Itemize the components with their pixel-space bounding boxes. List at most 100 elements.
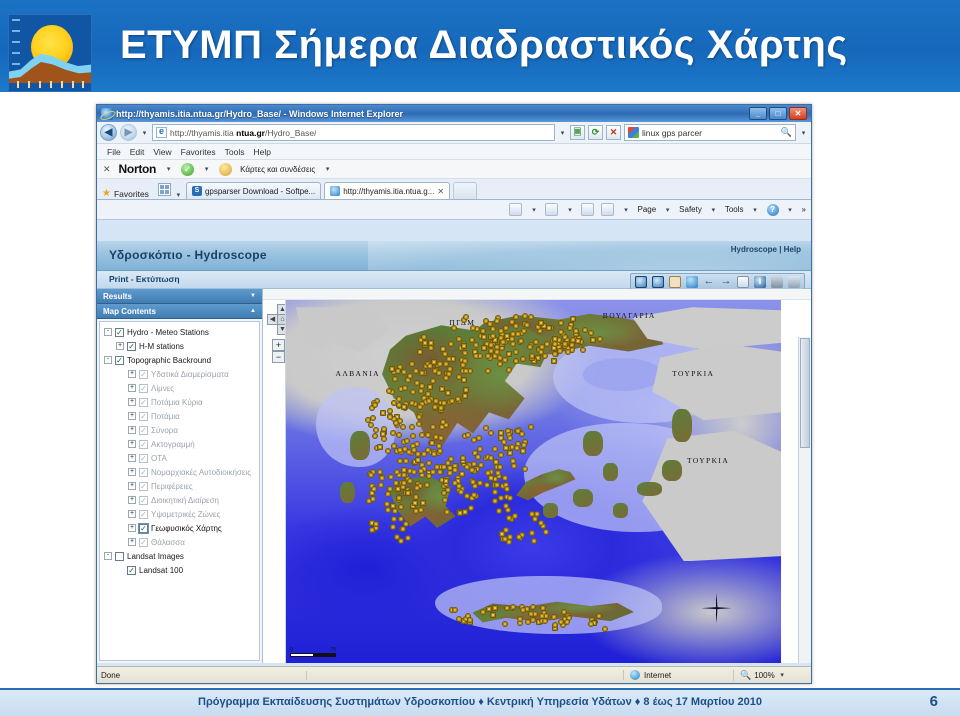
hydro-meteo-station-marker[interactable] — [379, 475, 386, 482]
hydro-meteo-station-marker[interactable] — [503, 526, 510, 533]
hydro-meteo-station-marker[interactable] — [505, 366, 512, 373]
hydro-meteo-station-marker[interactable] — [406, 372, 413, 379]
layer-row[interactable]: + ✓ Σύνορα — [102, 423, 257, 437]
hydro-meteo-station-marker[interactable] — [447, 340, 454, 347]
zoom-caret-icon[interactable]: ▾ — [778, 671, 787, 679]
norton-close-icon[interactable]: ✕ — [103, 164, 111, 175]
hydro-meteo-station-marker[interactable] — [443, 508, 450, 515]
panel-results-header[interactable]: Results ▼ — [97, 289, 262, 304]
hydro-meteo-station-marker[interactable] — [519, 607, 526, 614]
hydro-meteo-station-marker[interactable] — [445, 389, 452, 396]
layer-checkbox[interactable]: ✓ — [139, 467, 148, 477]
layer-row[interactable]: - Landsat Images — [102, 549, 257, 563]
map-zoom-control[interactable]: + − — [272, 339, 285, 363]
feeds-caret-icon[interactable]: ▾ — [565, 206, 574, 214]
hydro-meteo-station-marker[interactable] — [400, 369, 407, 376]
norton-cards-caret-icon[interactable]: ▾ — [323, 165, 332, 173]
layers-icon[interactable] — [737, 275, 749, 288]
expand-icon[interactable]: + — [116, 342, 124, 350]
hydro-meteo-station-marker[interactable] — [459, 361, 466, 368]
hydro-meteo-station-marker[interactable] — [407, 477, 414, 484]
hydro-meteo-station-marker[interactable] — [460, 376, 467, 383]
hydro-meteo-station-marker[interactable] — [396, 457, 403, 464]
command-page-menu[interactable]: Page — [637, 205, 656, 214]
hydro-meteo-station-marker[interactable] — [430, 468, 437, 475]
expand-icon[interactable]: + — [128, 440, 136, 448]
hydro-meteo-station-marker[interactable] — [371, 486, 378, 493]
menu-item-tools[interactable]: Tools — [225, 147, 245, 157]
hydro-meteo-station-marker[interactable] — [417, 349, 424, 356]
layer-row[interactable]: + ✓ Ακτογραμμή — [102, 437, 257, 451]
hydro-meteo-station-marker[interactable] — [487, 429, 494, 436]
hydro-meteo-station-marker[interactable] — [543, 340, 550, 347]
expand-icon[interactable]: + — [128, 510, 136, 518]
hydro-meteo-station-marker[interactable] — [409, 389, 416, 396]
hydro-meteo-station-marker[interactable] — [513, 444, 520, 451]
hydro-meteo-station-marker[interactable] — [507, 449, 514, 456]
hydro-meteo-station-marker[interactable] — [557, 347, 564, 354]
layer-row[interactable]: - ✓ Topographic Backround — [102, 353, 257, 367]
hydro-meteo-station-marker[interactable] — [481, 333, 488, 340]
hydro-meteo-station-marker[interactable] — [419, 500, 426, 507]
layer-row[interactable]: + ✓ Νομαρχιακές Αυτοδιοικήσεις — [102, 465, 257, 479]
back-arrow-icon[interactable]: ← — [703, 275, 715, 288]
refresh-button[interactable]: ⟳ — [588, 125, 603, 140]
home-icon[interactable] — [509, 203, 523, 216]
recent-pages-caret-icon[interactable]: ▾ — [140, 129, 149, 137]
hydro-meteo-station-marker[interactable] — [579, 346, 586, 353]
layer-checkbox[interactable]: ✓ — [138, 522, 149, 534]
scrollbar-thumb[interactable] — [800, 338, 810, 448]
hydro-meteo-station-marker[interactable] — [512, 323, 519, 330]
hydro-meteo-station-marker[interactable] — [552, 340, 559, 347]
layer-checkbox[interactable]: ✓ — [139, 481, 148, 491]
hydro-meteo-station-marker[interactable] — [380, 410, 387, 417]
zoom-out-icon[interactable] — [652, 275, 664, 288]
expand-icon[interactable]: + — [128, 524, 136, 532]
norton-identity-lock-icon[interactable] — [219, 162, 233, 176]
hydro-meteo-station-marker[interactable] — [438, 386, 445, 393]
hydro-meteo-station-marker[interactable] — [404, 490, 411, 497]
close-button[interactable]: ✕ — [789, 107, 807, 120]
back-button[interactable]: ◀ — [100, 124, 117, 141]
hydro-meteo-station-marker[interactable] — [477, 445, 484, 452]
map-zoom-in-button[interactable]: + — [272, 339, 285, 351]
layer-checkbox[interactable]: ✓ — [139, 453, 148, 463]
hydro-meteo-station-marker[interactable] — [528, 530, 535, 537]
hydro-meteo-station-marker[interactable] — [423, 481, 430, 488]
hydro-meteo-station-marker[interactable] — [480, 344, 487, 351]
layer-row[interactable]: + ✓ Λίμνες — [102, 381, 257, 395]
map-zoom-out-button[interactable]: − — [272, 351, 285, 363]
hydro-meteo-station-marker[interactable] — [384, 447, 391, 454]
hydro-meteo-station-marker[interactable] — [462, 367, 469, 374]
hydro-meteo-station-marker[interactable] — [502, 475, 508, 482]
menu-item-edit[interactable]: Edit — [130, 147, 145, 157]
layer-row[interactable]: + ✓ Ποτάμια Κύρια — [102, 395, 257, 409]
layer-checkbox[interactable]: ✓ — [139, 537, 148, 547]
map-scrollbar[interactable] — [798, 337, 811, 663]
hydro-meteo-station-marker[interactable] — [491, 605, 498, 612]
hydro-meteo-station-marker[interactable] — [368, 526, 375, 533]
hydro-meteo-station-marker[interactable] — [537, 348, 544, 355]
hydro-meteo-station-marker[interactable] — [504, 486, 511, 493]
hydro-meteo-station-marker[interactable] — [403, 520, 410, 527]
layer-checkbox[interactable]: ✓ — [139, 397, 148, 407]
hydro-meteo-station-marker[interactable] — [486, 321, 493, 328]
hydro-meteo-station-marker[interactable] — [412, 500, 419, 507]
command-overflow-icon[interactable]: » — [802, 205, 806, 214]
hydro-meteo-station-marker[interactable] — [551, 358, 558, 365]
hydro-meteo-station-marker[interactable] — [437, 447, 444, 454]
help-icon[interactable]: ? — [766, 203, 779, 216]
tab-close-icon[interactable]: ✕ — [437, 187, 444, 196]
hydro-meteo-station-marker[interactable] — [464, 492, 471, 499]
link-hydroscope[interactable]: Hydroscope — [731, 245, 777, 254]
tab-hydroscope[interactable]: http://thyamis.itia.ntua.g... ✕ — [324, 182, 451, 199]
compatibility-view-button[interactable]: 🗏 — [570, 125, 585, 140]
layer-row[interactable]: + ✓ H-M stations — [102, 339, 257, 353]
hydro-meteo-station-marker[interactable] — [367, 471, 374, 478]
hydro-meteo-station-marker[interactable] — [397, 503, 404, 510]
interactive-map[interactable]: ΠΓΔΜΑΛΒΑΝΙΑΒΟΥΛΓΑΡΙΑΤΟΥΡΚΙΑΤΟΥΡΚΙΑ 0 75 — [285, 300, 781, 663]
hydro-meteo-station-marker[interactable] — [519, 447, 526, 454]
hydro-meteo-station-marker[interactable] — [415, 457, 422, 464]
hydro-meteo-station-marker[interactable] — [408, 423, 415, 430]
layer-row[interactable]: + ✓ Ποτάμια — [102, 409, 257, 423]
